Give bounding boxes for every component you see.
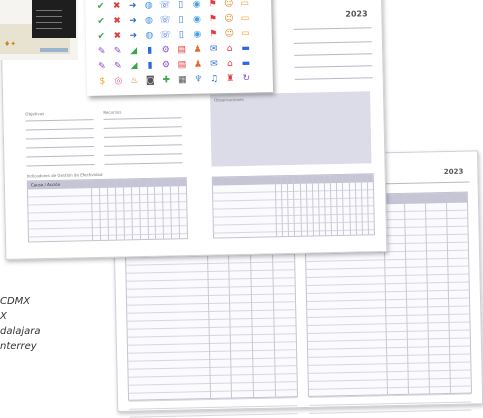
smile-icon: ☺ [224,13,234,25]
arrow-icon: ➜ [129,30,138,42]
card-line [36,22,62,23]
arrow-icon: ➜ [128,0,137,12]
gear-icon: ⚙ [161,45,170,56]
x-icon: ✖ [113,31,122,42]
drink-icon: ♆ [194,74,203,85]
food-icon: ♨ [130,75,139,87]
rule-line [25,137,94,140]
notes-box: Observaciones [210,91,372,167]
city-label: CDMX [0,296,31,307]
phone-icon: ☏ [159,0,171,11]
smile-icon: ☺ [223,0,234,10]
film-icon: ▦ [177,74,187,86]
city-list: CDMX Xdalajara nterrey [0,296,80,376]
flag-icon: ⚑ [208,0,217,10]
phone-icon: ☏ [159,30,172,41]
notes-label: Observaciones [214,96,244,103]
card-line [36,16,62,17]
table-head-label: Causa / Acción [30,181,61,188]
x-icon: ✖ [113,16,121,27]
rule-line [25,119,94,122]
rule-line [26,164,95,167]
flag-icon: ⚑ [208,14,218,25]
table-title: Indicadores de Gestión de Efectividad [26,171,103,179]
home-icon: ⌂ [227,58,233,70]
rule-line [103,135,182,138]
rule-line [104,144,183,147]
tablet-icon: ▯ [178,29,184,41]
car-icon: ▬ [241,43,251,54]
pen-icon: ✎ [97,46,106,57]
phone-icon: ☏ [159,15,171,26]
rule-line [26,146,95,149]
flag-icon: ⚑ [209,29,218,40]
card-line [36,28,62,29]
rule-line [294,77,373,80]
city-label: dalajara [0,326,41,337]
book-icon: ▤ [177,59,187,71]
bar-icon: ▮ [147,45,153,56]
dark-card [32,0,76,38]
person-icon: ♟ [193,59,203,70]
music-icon: ♫ [210,74,219,85]
indicator-table-right [211,173,376,239]
rule-line [103,126,182,129]
arrow-icon: ➜ [129,15,137,27]
globe-icon: ◍ [145,15,154,26]
rule-line [294,65,373,68]
rule-line [293,27,372,30]
home-icon: ⌂ [226,43,233,55]
year-label-back: 2023 [443,167,464,177]
chat-icon: ◉ [193,29,202,40]
camera-icon: ◙ [145,75,155,86]
dollar-icon: $ [99,76,106,87]
pen-icon: ✎ [98,61,106,72]
pill-icon: ✚ [162,75,171,86]
globe-icon: ◍ [144,0,153,11]
smile-icon: ☺ [224,28,235,40]
route-line [40,48,68,52]
car-icon: ▬ [241,58,251,69]
mail-icon: ✉ [209,44,218,55]
gear-icon: ⚙ [161,60,171,71]
tablet-icon: ▯ [178,14,184,26]
check-icon: ✔ [97,16,105,27]
mail-icon: ✉ [210,59,218,70]
chat-icon: ◉ [192,0,201,10]
x-icon: ✖ [112,1,121,12]
person-icon: ♟ [193,44,202,55]
objectives-label: Objetivos [25,111,45,117]
rule-line [103,117,182,120]
tablet-icon: ▯ [178,0,184,11]
chat-icon: ◉ [193,14,202,25]
map-pin-icon: ♦✦ [4,40,17,48]
pen-icon: ✎ [114,61,122,72]
bag-icon: ♜ [226,73,235,85]
rule-line [104,153,183,156]
rule-line [25,128,94,131]
resources-label: Recursos [103,109,122,115]
folder-icon: ▭ [240,28,250,39]
sticker-sheet: ✔ ✖ ➜ ◍ ☏ ▯ ◉ ⚑ ☺ ▭ ✔ ✖ ➜ ◍ ☏ ▯ ◉ ⚑ ☺ ▭ ✔ ✖ ➜ ◍ ☏ ▯ ◉ ⚑ ☺ ▭ ✎ ✎ ◢ ▮ ⚙ ▤ ♟ ✉ ⌂ ▬… [85,0,274,96]
city-label: nterrey [0,341,37,352]
chart-icon: ◢ [130,45,138,57]
coin-icon: ◎ [114,76,123,87]
card-line [36,10,62,11]
rule-line [293,41,372,44]
chart-icon: ◢ [130,60,138,72]
book-icon: ▤ [177,44,187,56]
folder-icon: ▭ [240,13,250,24]
city-label: X [0,311,7,322]
rule-line [294,53,373,56]
check-icon: ✔ [97,31,106,42]
sync-icon: ↻ [242,73,251,84]
globe-icon: ◍ [145,30,154,41]
year-label-front: 2023 [345,9,368,19]
check-icon: ✔ [96,1,105,12]
pen-icon: ✎ [113,46,122,57]
folder-icon: ▭ [240,0,250,9]
rule-line [26,155,95,158]
bar-icon: ▮ [147,60,153,71]
rule-line [104,162,183,165]
